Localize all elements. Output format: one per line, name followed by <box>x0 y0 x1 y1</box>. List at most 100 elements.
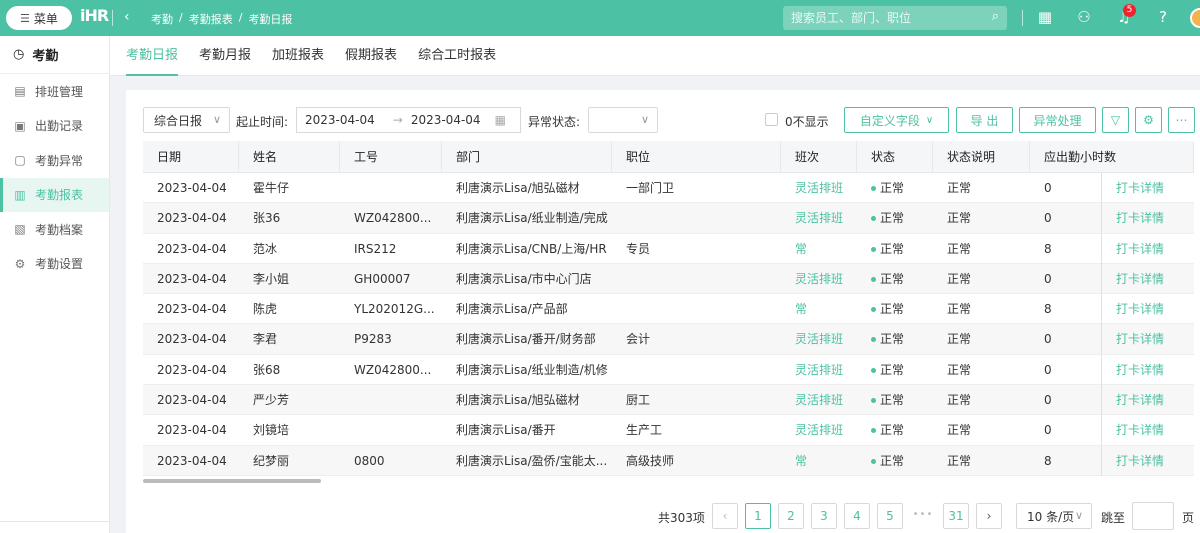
menu-button[interactable]: ☰ 菜单 <box>6 6 72 30</box>
page-size-select[interactable]: 10 条/页 ∨ <box>1016 503 1092 529</box>
col-id[interactable]: 工号 <box>340 141 442 173</box>
page-button-3[interactable]: 3 <box>811 503 837 529</box>
cell-text: 灵活排班 <box>795 181 844 195</box>
table-cell: 0 <box>1030 385 1101 415</box>
col-dept[interactable]: 部门 <box>442 141 612 173</box>
table-row[interactable]: 2023-04-04 严少芳 利唐演示Lisa/旭弘磁材 厨工 灵活排班 正常 正常 0 打卡详… <box>143 385 1194 416</box>
table-row[interactable]: 2023-04-04 李小姐 GH00007 利唐演示Lisa/市中心门店 灵活排班 正常… <box>143 263 1194 295</box>
menu-icon: ☰ <box>20 11 30 25</box>
jump-input[interactable] <box>1132 502 1174 530</box>
col-status[interactable]: 状态 <box>857 141 933 173</box>
table-row[interactable]: 2023-04-04 刘镜培 利唐演示Lisa/番开 生产工 灵活排班 正常 正常 0 打卡详情 <box>143 415 1194 446</box>
col-name[interactable]: 姓名 <box>239 141 340 173</box>
start-date[interactable]: 2023-04-04 <box>305 113 375 127</box>
tab-overtime[interactable]: 加班报表 <box>272 36 324 76</box>
report-type-select[interactable]: 综合日报 ∨ <box>143 107 230 133</box>
page-button-5[interactable]: 5 <box>877 503 903 529</box>
tab-daily[interactable]: 考勤日报 <box>126 36 179 76</box>
avatar[interactable] <box>1190 8 1200 28</box>
punch-detail-link[interactable]: 打卡详情 <box>1101 354 1194 385</box>
table-row[interactable]: 2023-04-04 陈虎 YL202012G... 利唐演示Lisa/产品部 常 正常 正… <box>143 294 1194 325</box>
sidebar-item-exception[interactable]: ▢ 考勤异常 <box>0 143 109 178</box>
end-date[interactable]: 2023-04-04 <box>411 113 481 127</box>
back-icon[interactable]: ‹ <box>124 9 130 25</box>
shift-cell[interactable]: 常 <box>781 234 857 264</box>
prev-page-button[interactable]: ‹ <box>712 503 738 529</box>
cell-text: 2023-04-04 <box>157 362 227 377</box>
shift-cell[interactable]: 灵活排班 <box>781 203 857 233</box>
col-shift[interactable]: 班次 <box>781 141 857 173</box>
punch-detail-link[interactable]: 打卡详情 <box>1101 173 1194 203</box>
punch-detail-link[interactable]: 打卡详情 <box>1101 385 1194 416</box>
page-button-last[interactable]: 31 <box>943 503 969 529</box>
punch-detail-link[interactable]: 打卡详情 <box>1101 203 1194 234</box>
zero-hide-checkbox[interactable] <box>765 113 778 126</box>
punch-detail-link[interactable]: 打卡详情 <box>1101 324 1194 355</box>
shift-cell[interactable]: 灵活排班 <box>781 415 857 445</box>
tab-comprehensive-hours[interactable]: 综合工时报表 <box>418 36 496 76</box>
sidebar-item-reports[interactable]: ▥ 考勤报表 <box>0 177 109 212</box>
tab-monthly[interactable]: 考勤月报 <box>199 36 251 76</box>
sidebar-item-settings[interactable]: ⚙ 考勤设置 <box>0 247 109 282</box>
export-button[interactable]: 导 出 <box>956 107 1013 133</box>
punch-detail-link[interactable]: 打卡详情 <box>1101 263 1194 294</box>
col-status-desc[interactable]: 状态说明 <box>933 141 1030 173</box>
cell-text: 常 <box>795 453 808 468</box>
qrcode-icon[interactable]: ▦ <box>1035 8 1055 28</box>
settings-icon[interactable]: ⚙ <box>1135 107 1162 133</box>
table-row[interactable]: 2023-04-04 李君 P9283 利唐演示Lisa/番开/财务部 会计 灵活排班 正常… <box>143 324 1194 355</box>
sidebar-item-archive[interactable]: ▧ 考勤档案 <box>0 212 109 247</box>
search-icon[interactable]: ⌕ <box>992 9 999 24</box>
users-icon[interactable]: ⚇ <box>1074 8 1094 28</box>
table-row[interactable]: 2023-04-04 纪梦丽 0800 利唐演示Lisa/盈侨/宝能太... 高级技师 常… <box>143 445 1194 476</box>
breadcrumb-item[interactable]: 考勤 <box>151 11 173 27</box>
sidebar-title: ◷ 考勤 <box>0 36 109 74</box>
col-date[interactable]: 日期 <box>143 141 239 173</box>
page-ellipsis[interactable]: ••• <box>910 503 936 529</box>
punch-detail-link[interactable]: 打卡详情 <box>1101 445 1194 476</box>
search-input[interactable] <box>783 6 973 30</box>
table-cell: 刘镜培 <box>239 415 340 445</box>
shift-cell[interactable]: 灵活排班 <box>781 264 857 294</box>
cell-text: 2023-04-04 <box>157 211 227 226</box>
table-row[interactable]: 2023-04-04 张68 WZ042800... 利唐演示Lisa/纸业制造/机修… <box>143 354 1194 386</box>
table-cell: 李君 <box>239 324 340 354</box>
sidebar-item-schedule[interactable]: ▤ 排班管理 <box>0 74 109 109</box>
cell-text: 打卡详情 <box>1116 332 1165 347</box>
punch-detail-link[interactable]: 打卡详情 <box>1101 233 1194 264</box>
more-icon[interactable]: ⋯ <box>1168 107 1195 133</box>
shift-cell[interactable]: 灵活排班 <box>781 173 857 203</box>
filter-icon[interactable]: ▽ <box>1102 107 1129 133</box>
help-icon[interactable]: ? <box>1153 8 1173 28</box>
date-range-picker[interactable]: 2023-04-04 → 2023-04-04 ▦ <box>296 107 521 133</box>
exception-handle-button[interactable]: 异常处理 <box>1019 107 1096 133</box>
col-position[interactable]: 职位 <box>612 141 781 173</box>
status-select[interactable]: ∨ <box>588 107 658 133</box>
shift-cell[interactable]: 灵活排班 <box>781 385 857 415</box>
next-page-button[interactable]: › <box>976 503 1002 529</box>
shift-cell[interactable]: 灵活排班 <box>781 355 857 385</box>
punch-detail-link[interactable]: 打卡详情 <box>1101 415 1194 446</box>
table-cell: 一部门卫 <box>612 173 781 203</box>
punch-detail-link[interactable]: 打卡详情 <box>1101 294 1194 325</box>
table-cell: 利唐演示Lisa/旭弘磁材 <box>442 385 612 415</box>
shift-cell[interactable]: 灵活排班 <box>781 324 857 354</box>
col-required-hours[interactable]: 应出勤小时数 <box>1030 141 1194 173</box>
page-button-2[interactable]: 2 <box>778 503 804 529</box>
cell-text: 霍牛仔 <box>253 181 290 195</box>
table-row[interactable]: 2023-04-04 范冰 IRS212 利唐演示Lisa/CNB/上海/HR 专员 常 正… <box>143 233 1194 264</box>
shift-cell[interactable]: 常 <box>781 446 857 476</box>
sidebar-item-records[interactable]: ▣ 出勤记录 <box>0 109 109 144</box>
table-row[interactable]: 2023-04-04 张36 WZ042800... 利唐演示Lisa/纸业制造/完成… <box>143 203 1194 234</box>
page-button-1[interactable]: 1 <box>745 503 771 529</box>
table-row[interactable]: 2023-04-04 霍牛仔 利唐演示Lisa/旭弘磁材 一部门卫 灵活排班 正常 正常 0 打… <box>143 173 1194 204</box>
shift-cell[interactable]: 常 <box>781 294 857 324</box>
table-cell: 正常 <box>857 446 933 476</box>
horizontal-scrollbar[interactable] <box>143 479 321 483</box>
cell-text: 李小姐 <box>253 271 290 286</box>
breadcrumb-item[interactable]: 考勤报表 <box>189 11 233 27</box>
custom-fields-button[interactable]: 自定义字段 ∨ <box>844 107 949 133</box>
page-button-4[interactable]: 4 <box>844 503 870 529</box>
table-cell: 利唐演示Lisa/市中心门店 <box>442 264 612 294</box>
tab-leave[interactable]: 假期报表 <box>345 36 397 76</box>
